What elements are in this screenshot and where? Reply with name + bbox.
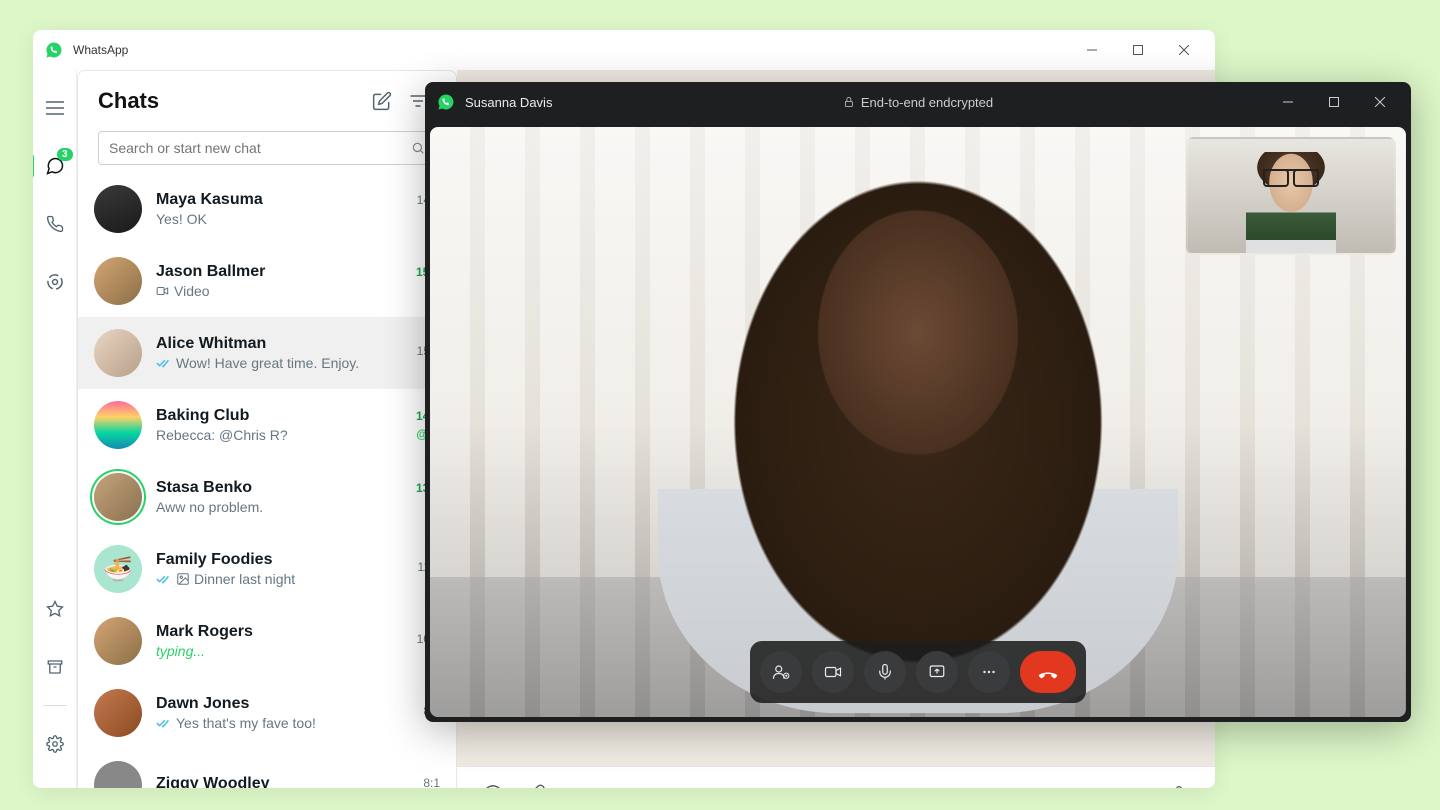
video-icon <box>156 284 170 298</box>
nav-starred[interactable] <box>35 589 75 629</box>
titlebar: WhatsApp <box>33 30 1215 70</box>
chat-preview: Yes that's my fave too! <box>156 715 423 731</box>
chat-preview: Wow! Have great time. Enjoy. <box>156 355 417 371</box>
message-input[interactable] <box>569 786 1147 788</box>
chat-row[interactable]: Alice Whitman Wow! Have great time. Enjoy… <box>78 317 456 389</box>
chat-row[interactable]: Baking ClubRebecca: @Chris R?14:4@ <box>78 389 456 461</box>
remote-video <box>430 127 1406 717</box>
chat-avatar[interactable] <box>94 257 142 305</box>
chat-list-panel: Chats Maya KasumaYes! OK14:5Jason Ballme… <box>77 70 457 788</box>
chat-name: Dawn Jones <box>156 695 423 713</box>
chat-avatar[interactable] <box>94 185 142 233</box>
chat-name: Mark Rogers <box>156 623 417 641</box>
chat-avatar[interactable] <box>94 689 142 737</box>
call-minimize-button[interactable] <box>1265 82 1311 122</box>
read-ticks-icon <box>156 717 172 729</box>
chat-preview: Video <box>156 283 416 299</box>
whatsapp-logo-icon <box>45 41 63 59</box>
chat-preview-text: Rebecca: @Chris R? <box>156 427 288 443</box>
image-icon <box>176 572 190 586</box>
chat-name: Jason Ballmer <box>156 263 416 281</box>
read-ticks-icon <box>156 357 172 369</box>
new-chat-button[interactable] <box>364 83 400 119</box>
chat-name: Ziggy Woodley <box>156 775 423 788</box>
chat-row[interactable]: Stasa BenkoAww no problem.13:5 <box>78 461 456 533</box>
nav-calls[interactable] <box>35 204 75 244</box>
maximize-button[interactable] <box>1115 30 1161 70</box>
chat-preview-text: typing... <box>156 643 205 659</box>
read-ticks-icon <box>156 573 172 585</box>
self-video-pip[interactable] <box>1186 137 1396 255</box>
chat-avatar[interactable] <box>94 473 142 521</box>
chat-avatar[interactable] <box>94 329 142 377</box>
chat-row[interactable]: Mark Rogerstyping...10:5 <box>78 605 456 677</box>
encryption-indicator: End-to-end endcrypted <box>843 95 993 110</box>
chat-row[interactable]: Dawn JonesYes that's my fave too!8:3 <box>78 677 456 749</box>
chat-preview-text: Dinner last night <box>194 571 295 587</box>
search-input[interactable] <box>109 140 411 156</box>
encryption-label: End-to-end endcrypted <box>861 95 993 110</box>
voice-message-button[interactable] <box>1167 783 1191 789</box>
chat-preview: Rebecca: @Chris R? <box>156 427 416 443</box>
chat-avatar[interactable] <box>94 401 142 449</box>
close-button[interactable] <box>1161 30 1207 70</box>
app-title: WhatsApp <box>73 43 128 57</box>
attach-button[interactable] <box>525 783 549 789</box>
toggle-mic-button[interactable] <box>864 651 906 693</box>
message-input-bar <box>457 766 1215 788</box>
chat-row[interactable]: Maya KasumaYes! OK14:5 <box>78 173 456 245</box>
screen-share-button[interactable] <box>916 651 958 693</box>
call-close-button[interactable] <box>1357 82 1403 122</box>
chat-name: Maya Kasuma <box>156 191 417 209</box>
chat-preview-text: Yes that's my fave too! <box>176 715 316 731</box>
nav-menu[interactable] <box>35 88 75 128</box>
call-titlebar: Susanna Davis End-to-end endcrypted <box>425 82 1411 122</box>
chat-preview-text: Wow! Have great time. Enjoy. <box>176 355 359 371</box>
chat-row[interactable]: 🍜Family FoodiesDinner last night11:2 <box>78 533 456 605</box>
search-icon <box>411 141 425 155</box>
more-options-button[interactable] <box>968 651 1010 693</box>
chat-preview-text: Yes! OK <box>156 211 207 227</box>
minimize-button[interactable] <box>1069 30 1115 70</box>
nav-archived[interactable] <box>35 647 75 687</box>
chat-name: Baking Club <box>156 407 416 425</box>
whatsapp-logo-icon <box>437 93 455 111</box>
toggle-camera-button[interactable] <box>812 651 854 693</box>
chat-preview-text: Aww no problem. <box>156 499 263 515</box>
nav-status[interactable] <box>35 262 75 302</box>
chat-row[interactable]: Ziggy Woodley8:1 <box>78 749 456 788</box>
chat-name: Family Foodies <box>156 551 418 569</box>
chat-preview: Yes! OK <box>156 211 417 227</box>
emoji-button[interactable] <box>481 783 505 789</box>
nav-rail: 3 <box>33 70 77 788</box>
caller-name: Susanna Davis <box>465 95 552 110</box>
nav-settings[interactable] <box>35 724 75 764</box>
video-call-window: Susanna Davis End-to-end endcrypted <box>425 82 1411 722</box>
chat-avatar[interactable]: 🍜 <box>94 545 142 593</box>
chat-preview: Dinner last night <box>156 571 418 587</box>
chats-badge: 3 <box>57 148 73 161</box>
chat-avatar[interactable] <box>94 761 142 788</box>
chat-list-header: Chats <box>78 71 456 131</box>
chat-avatar[interactable] <box>94 617 142 665</box>
chat-preview-text: Video <box>174 283 210 299</box>
chat-preview: Aww no problem. <box>156 499 416 515</box>
add-participant-button[interactable] <box>760 651 802 693</box>
chat-name: Stasa Benko <box>156 479 416 497</box>
chat-preview: typing... <box>156 643 417 659</box>
end-call-button[interactable] <box>1020 651 1076 693</box>
chats-title: Chats <box>98 88 364 114</box>
lock-icon <box>843 96 855 108</box>
chat-time: 8:1 <box>423 776 440 788</box>
chat-name: Alice Whitman <box>156 335 417 353</box>
call-maximize-button[interactable] <box>1311 82 1357 122</box>
chat-row[interactable]: Jason BallmerVideo15:2 <box>78 245 456 317</box>
nav-chats[interactable]: 3 <box>35 146 75 186</box>
chat-list: Maya KasumaYes! OK14:5Jason BallmerVideo… <box>78 173 456 788</box>
nav-profile[interactable] <box>35 782 75 788</box>
call-controls <box>750 641 1086 703</box>
search-box[interactable] <box>98 131 436 165</box>
